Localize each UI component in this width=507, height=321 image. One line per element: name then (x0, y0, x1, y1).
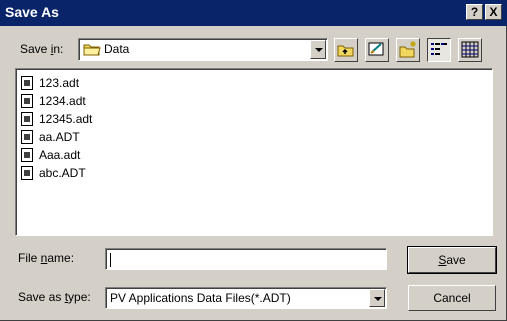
details-view-button[interactable] (458, 38, 482, 62)
list-item[interactable]: 123.adt (21, 74, 79, 92)
file-icon (21, 94, 33, 108)
list-item[interactable]: 1234.adt (21, 92, 86, 110)
save-as-type-dropdown-arrow[interactable] (369, 289, 385, 307)
list-item[interactable]: 12345.adt (21, 110, 92, 128)
save-as-dialog: Save As ? X Save in: Data 123.adt 1234.a… (0, 0, 507, 321)
new-folder-icon (399, 41, 416, 58)
desktop-icon (368, 42, 384, 56)
dialog-title: Save As (5, 4, 59, 20)
save-as-type-value: PV Applications Data Files(*.ADT) (110, 291, 291, 305)
new-folder-button[interactable] (396, 38, 420, 62)
up-one-level-button[interactable] (334, 38, 358, 62)
file-icon (21, 112, 33, 126)
save-as-type-label: Save as type: (18, 290, 91, 304)
save-as-type-combobox[interactable]: PV Applications Data Files(*.ADT) (105, 287, 387, 309)
file-name-label: File name: (18, 251, 75, 265)
desktop-button[interactable] (365, 38, 389, 62)
title-bar: Save As ? X (0, 0, 507, 26)
close-button[interactable]: X (485, 4, 502, 20)
save-in-value: Data (104, 42, 130, 56)
folder-icon (83, 44, 101, 56)
help-button[interactable]: ? (466, 4, 483, 20)
list-item[interactable]: aa.ADT (21, 128, 80, 146)
details-view-icon (461, 41, 479, 58)
file-name-field[interactable] (105, 248, 387, 270)
save-in-dropdown-arrow[interactable] (310, 40, 326, 59)
file-icon (21, 166, 33, 180)
save-in-label: Save in: (20, 42, 64, 56)
cancel-button[interactable]: Cancel (408, 285, 496, 311)
save-button[interactable]: Save (407, 246, 497, 274)
list-view-icon (431, 43, 447, 55)
file-icon (21, 148, 33, 162)
list-item[interactable]: abc.ADT (21, 164, 86, 182)
list-item[interactable]: Aaa.adt (21, 146, 80, 164)
file-icon (21, 130, 33, 144)
file-icon (21, 76, 33, 90)
up-one-level-icon (337, 45, 354, 57)
list-view-button[interactable] (427, 38, 451, 62)
save-in-combobox[interactable]: Data (78, 38, 328, 61)
text-caret (110, 253, 111, 267)
file-list[interactable]: 123.adt 1234.adt 12345.adt aa.ADT Aaa.ad… (15, 68, 493, 236)
